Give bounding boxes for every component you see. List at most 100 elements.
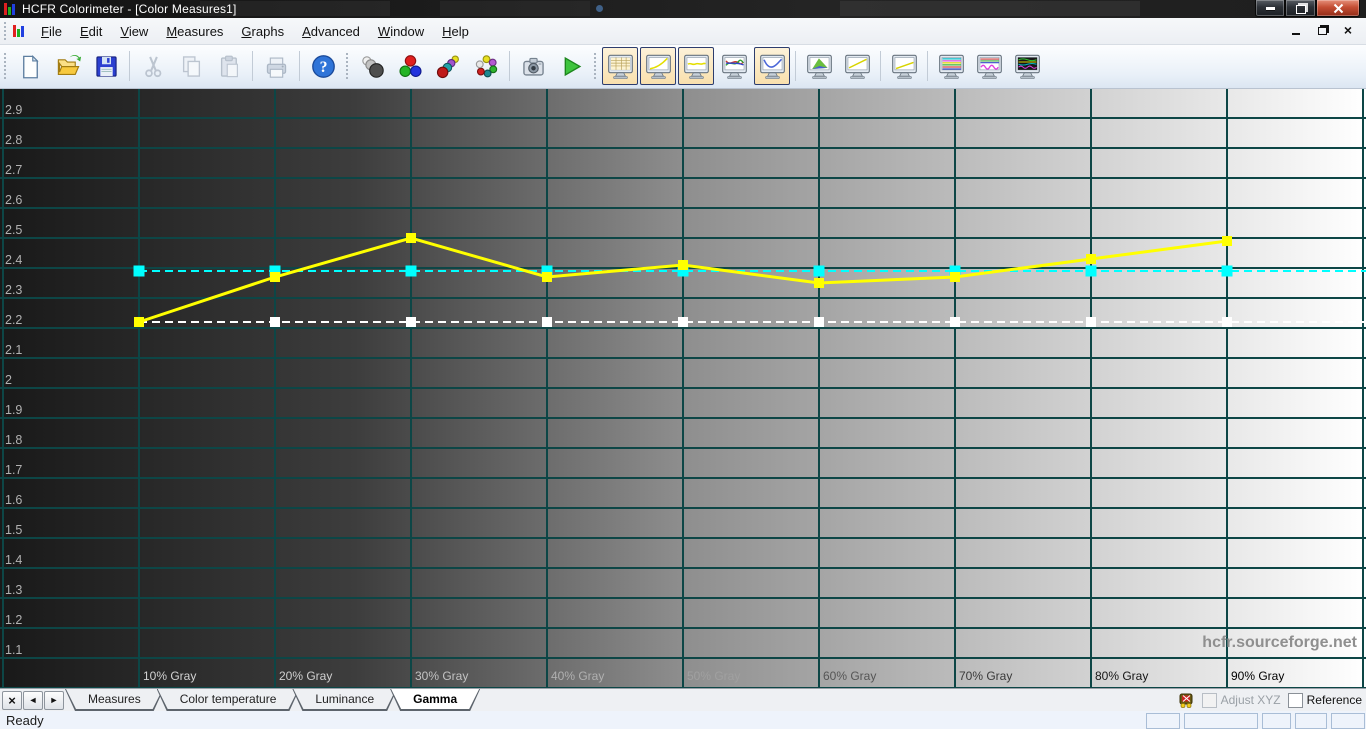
copy-button[interactable] (173, 47, 209, 85)
scroll-tabs-left-button[interactable]: ◄ (23, 691, 43, 710)
cut-button[interactable] (135, 47, 171, 85)
reference-controls: Adjust XYZ Reference (1179, 689, 1362, 711)
new-document-button[interactable] (12, 47, 48, 85)
menu-window[interactable]: Window (369, 21, 433, 42)
rgb-levels-view-icon (938, 53, 965, 80)
menubar-grip[interactable] (3, 22, 8, 40)
svg-text:20% Gray: 20% Gray (279, 669, 332, 683)
cie-diagram-view-icon (806, 53, 833, 80)
saturation-shift-view-icon (976, 53, 1003, 80)
gamma-curve-view-button[interactable] (640, 47, 676, 85)
toolbar-separator (880, 51, 881, 81)
status-pane (1331, 713, 1365, 729)
mdi-close-button[interactable]: × (1338, 21, 1358, 39)
free-colors-measure-button[interactable] (468, 47, 504, 85)
gamma-variation-view-button[interactable] (678, 47, 714, 85)
primaries-measure-icon (397, 53, 424, 80)
svg-text:1.7: 1.7 (5, 463, 22, 477)
luminance-curve-view-button[interactable] (754, 47, 790, 85)
menu-file[interactable]: File (32, 21, 71, 42)
measures-grid-view-button[interactable] (602, 47, 638, 85)
snapshot-camera-button[interactable] (515, 47, 551, 85)
toolbar-separator (299, 51, 300, 81)
gamma-chart: 2.92.82.72.62.52.42.32.22.121.91.81.71.6… (0, 88, 1366, 688)
svg-text:2.3: 2.3 (5, 283, 22, 297)
menu-advanced[interactable]: Advanced (293, 21, 369, 42)
svg-text:30% Gray: 30% Gray (415, 669, 468, 683)
menu-view[interactable]: View (111, 21, 157, 42)
grayscale-curve-view-button[interactable] (839, 47, 875, 85)
status-panes (1146, 713, 1365, 729)
help-about-icon: ? (310, 53, 337, 80)
open-file-icon (55, 53, 82, 80)
svg-text:60% Gray: 60% Gray (823, 669, 876, 683)
views-toolbar-grip[interactable] (593, 53, 598, 79)
watermark: hcfr.sourceforge.net (1202, 634, 1357, 651)
restore-button[interactable] (1285, 0, 1316, 17)
x-axis-labels: 10% Gray20% Gray30% Gray40% Gray50% Gray… (143, 669, 1284, 683)
svg-text:1.8: 1.8 (5, 433, 22, 447)
close-view-button[interactable]: × (2, 691, 22, 710)
menu-graphs[interactable]: Graphs (232, 21, 293, 42)
toolbar-separator (927, 51, 928, 81)
minimize-button[interactable] (1255, 0, 1285, 17)
mdi-minimize-button[interactable] (1286, 21, 1306, 39)
toolbar-separator (252, 51, 253, 81)
nearblack-curve-view-icon (891, 53, 918, 80)
status-pane (1262, 713, 1291, 729)
file-toolbar-grip[interactable] (3, 53, 8, 79)
rgb-levels-view-button[interactable] (933, 47, 969, 85)
tab-color-temperature[interactable]: Color temperature (157, 689, 300, 711)
measures-toolbar (342, 47, 590, 85)
toolbar-separator (509, 51, 510, 81)
adjust-xyz-checkbox[interactable] (1202, 693, 1217, 708)
svg-text:70% Gray: 70% Gray (959, 669, 1012, 683)
scroll-tabs-right-button[interactable]: ► (44, 691, 64, 710)
svg-text:1.5: 1.5 (5, 523, 22, 537)
open-file-button[interactable] (50, 47, 86, 85)
close-button[interactable] (1316, 0, 1360, 17)
cie-diagram-view-button[interactable] (801, 47, 837, 85)
document-icon[interactable] (13, 25, 26, 37)
paste-button[interactable] (211, 47, 247, 85)
rgb-curves-view-button[interactable] (716, 47, 752, 85)
svg-text:2.8: 2.8 (5, 133, 22, 147)
measures-toolbar-grip[interactable] (345, 53, 350, 79)
grayscale-measure-button[interactable] (354, 47, 390, 85)
tab-gamma[interactable]: Gamma (390, 689, 480, 711)
nearblack-curve-view-button[interactable] (886, 47, 922, 85)
svg-text:2.9: 2.9 (5, 103, 22, 117)
secondaries-measure-button[interactable] (430, 47, 466, 85)
tab-luminance[interactable]: Luminance (292, 689, 397, 711)
save-file-button[interactable] (88, 47, 124, 85)
hcfr-app-icon (4, 3, 17, 15)
gamma-variation-view-icon (683, 53, 710, 80)
reference-checkbox[interactable] (1288, 693, 1303, 708)
menu-edit[interactable]: Edit (71, 21, 111, 42)
svg-text:40% Gray: 40% Gray (551, 669, 604, 683)
status-pane (1184, 713, 1258, 729)
mdi-restore-button[interactable] (1312, 21, 1332, 39)
svg-text:1.6: 1.6 (5, 493, 22, 507)
primaries-measure-button[interactable] (392, 47, 428, 85)
svg-text:50% Gray: 50% Gray (687, 669, 740, 683)
reference-label: Reference (1307, 693, 1362, 707)
tab-label: Color temperature (158, 689, 299, 709)
background-window-ghost (440, 1, 590, 16)
status-pane (1295, 713, 1327, 729)
mdi-restore-icon (1318, 27, 1327, 35)
run-measures-button[interactable] (553, 47, 589, 85)
tab-measures[interactable]: Measures (65, 689, 164, 711)
grayscale-curve-view-icon (844, 53, 871, 80)
measures-grid-view-icon (607, 53, 634, 80)
svg-text:?: ? (319, 59, 327, 76)
print-button[interactable] (258, 47, 294, 85)
svg-text:1.2: 1.2 (5, 613, 22, 627)
menu-help[interactable]: Help (433, 21, 478, 42)
adjust-xyz-label: Adjust XYZ (1221, 693, 1281, 707)
measures-summary-view-button[interactable] (1009, 47, 1045, 85)
saturation-shift-view-button[interactable] (971, 47, 1007, 85)
help-about-button[interactable]: ? (305, 47, 341, 85)
restore-icon (1296, 5, 1306, 14)
menu-measures[interactable]: Measures (157, 21, 232, 42)
